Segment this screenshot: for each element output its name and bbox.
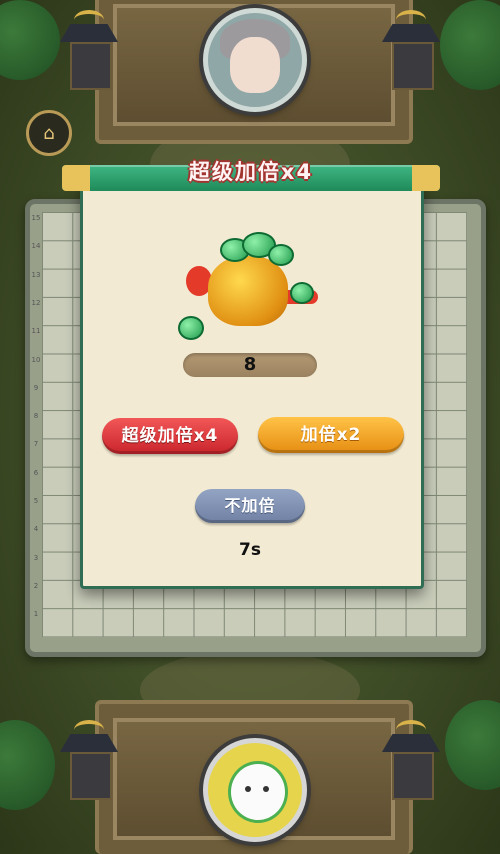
reward-amount: 8 — [183, 353, 317, 377]
row-label: 6 — [33, 468, 39, 477]
no-double-button[interactable]: 不加倍 — [195, 489, 305, 523]
bush-decor — [445, 700, 500, 790]
row-label: 8 — [33, 412, 39, 421]
pagoda-decor — [60, 10, 118, 90]
double-button[interactable]: 加倍x2 — [258, 417, 404, 453]
bush-decor — [440, 0, 500, 90]
opponent-avatar[interactable] — [203, 8, 307, 112]
row-label: 7 — [33, 440, 39, 449]
bush-decor — [0, 720, 55, 810]
home-icon: ⌂ — [43, 122, 55, 144]
bush-decor — [0, 0, 60, 80]
pagoda-decor — [382, 720, 440, 800]
row-label: 12 — [31, 298, 41, 307]
row-label: 15 — [31, 214, 41, 222]
super-double-button[interactable]: 超级加倍x4 — [102, 418, 238, 454]
countdown-timer: 7s — [239, 540, 261, 560]
player-avatar[interactable] — [203, 738, 307, 842]
row-label: 4 — [33, 525, 39, 534]
row-label: 10 — [31, 355, 41, 364]
pagoda-decor — [60, 720, 118, 800]
row-label: 3 — [33, 553, 39, 562]
row-label: 14 — [31, 242, 41, 251]
row-label: 11 — [31, 327, 41, 336]
row-label: 5 — [33, 497, 39, 505]
row-label: 1 — [33, 610, 39, 619]
home-button[interactable]: ⌂ — [26, 110, 72, 156]
row-label: 2 — [33, 581, 39, 590]
dialog-title: 超级加倍x4 — [188, 160, 314, 184]
row-label: 9 — [33, 383, 39, 392]
cat-avatar-icon — [228, 761, 288, 823]
row-label: 13 — [31, 270, 41, 279]
pagoda-decor — [382, 10, 440, 90]
treasure-pot-icon — [178, 228, 320, 340]
